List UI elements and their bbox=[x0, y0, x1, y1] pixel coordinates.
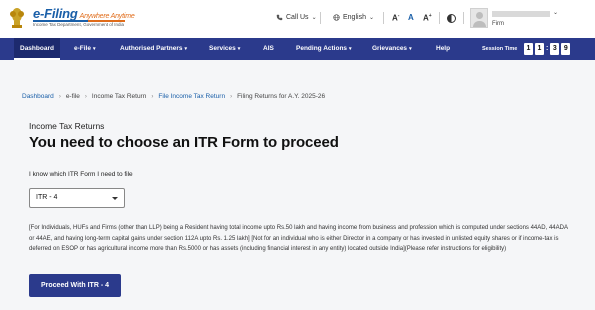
chevron-right-icon: › bbox=[84, 93, 87, 100]
session-timer: 1 1 : 3 9 bbox=[524, 43, 571, 55]
user-role: Firm bbox=[492, 21, 504, 27]
font-decrease-button[interactable]: A- bbox=[392, 13, 399, 23]
section-label: Income Tax Returns bbox=[29, 121, 105, 131]
brand-title[interactable]: e-Filing Anywhere Anytime bbox=[33, 6, 135, 21]
font-default-button[interactable]: A bbox=[408, 13, 414, 22]
chevron-down-icon: ⌄ bbox=[311, 15, 317, 21]
session-time-label: Session Time bbox=[482, 46, 518, 52]
breadcrumb-dashboard[interactable]: Dashboard bbox=[22, 93, 54, 100]
contrast-toggle-icon[interactable] bbox=[447, 14, 456, 23]
breadcrumb-income-tax-return: Income Tax Return bbox=[91, 93, 147, 100]
chevron-right-icon: › bbox=[58, 93, 61, 100]
divider bbox=[463, 12, 464, 24]
brand-tagline: Anywhere Anytime bbox=[79, 13, 135, 20]
nav-e-file[interactable]: e-File ▾ bbox=[74, 38, 96, 60]
chevron-down-icon: ⌄ bbox=[368, 15, 374, 21]
divider bbox=[320, 12, 321, 24]
divider bbox=[439, 12, 440, 24]
avatar-body bbox=[473, 21, 486, 27]
itr-form-selected-value: ITR - 4 bbox=[36, 194, 58, 201]
font-increase-button[interactable]: A+ bbox=[423, 13, 432, 23]
call-us-label: Call Us bbox=[286, 14, 309, 21]
timer-digit: 9 bbox=[561, 43, 571, 55]
timer-digit: 1 bbox=[535, 43, 544, 55]
page-title: You need to choose an ITR Form to procee… bbox=[29, 134, 339, 151]
itr-form-select[interactable]: ITR - 4 bbox=[29, 188, 125, 208]
user-name-redacted[interactable] bbox=[492, 11, 550, 17]
chevron-down-icon[interactable]: ⌄ bbox=[553, 9, 558, 16]
breadcrumb-e-file: e-file bbox=[65, 93, 80, 100]
national-emblem-icon bbox=[10, 8, 24, 28]
proceed-button[interactable]: Proceed With ITR - 4 bbox=[29, 274, 121, 297]
chevron-down-icon: ▾ bbox=[92, 46, 96, 52]
caret-down-icon bbox=[112, 197, 118, 200]
nav-pending-actions[interactable]: Pending Actions ▾ bbox=[296, 38, 352, 60]
divider bbox=[383, 12, 384, 24]
nav-help[interactable]: Help bbox=[436, 38, 450, 60]
avatar-head bbox=[476, 12, 483, 19]
avatar[interactable] bbox=[470, 8, 488, 28]
chevron-down-icon: ▾ bbox=[184, 46, 188, 52]
brand-subtitle: Income Tax Department, Government of Ind… bbox=[33, 22, 124, 27]
breadcrumb-current: Filing Returns for A.Y. 2025-26 bbox=[237, 93, 326, 100]
nav-dashboard[interactable]: Dashboard bbox=[14, 38, 60, 60]
top-header: e-Filing Anywhere Anytime Income Tax Depa… bbox=[0, 0, 595, 38]
breadcrumb: Dashboard › e-file › Income Tax Return ›… bbox=[22, 93, 325, 100]
nav-grievances[interactable]: Grievances ▾ bbox=[372, 38, 412, 60]
call-us-menu[interactable]: Call Us ⌄ bbox=[276, 14, 317, 21]
timer-colon: : bbox=[546, 45, 549, 52]
language-selector[interactable]: English ⌄ bbox=[333, 14, 374, 21]
language-label: English bbox=[343, 14, 366, 21]
nav-authorised-partners[interactable]: Authorised Partners ▾ bbox=[120, 38, 187, 60]
chevron-right-icon: › bbox=[230, 93, 233, 100]
timer-digit: 3 bbox=[550, 43, 560, 55]
globe-icon bbox=[333, 14, 340, 21]
nav-ais[interactable]: AIS bbox=[263, 38, 274, 60]
main-nav: Dashboard e-File ▾ Authorised Partners ▾ S… bbox=[0, 38, 595, 60]
chevron-down-icon: ▾ bbox=[349, 46, 352, 52]
breadcrumb-file-income-tax-return[interactable]: File Income Tax Return bbox=[158, 93, 225, 100]
chevron-right-icon: › bbox=[151, 93, 154, 100]
chevron-down-icon: ▾ bbox=[237, 46, 241, 52]
chevron-down-icon: ▾ bbox=[409, 46, 412, 52]
timer-digit: 1 bbox=[524, 43, 533, 55]
phone-icon bbox=[276, 14, 283, 21]
itr-form-description: [For Individuals, HUFs and Firms (other … bbox=[29, 225, 568, 252]
itr-form-field-label: I know which ITR Form I need to file bbox=[29, 171, 133, 178]
nav-services[interactable]: Services ▾ bbox=[209, 38, 240, 60]
